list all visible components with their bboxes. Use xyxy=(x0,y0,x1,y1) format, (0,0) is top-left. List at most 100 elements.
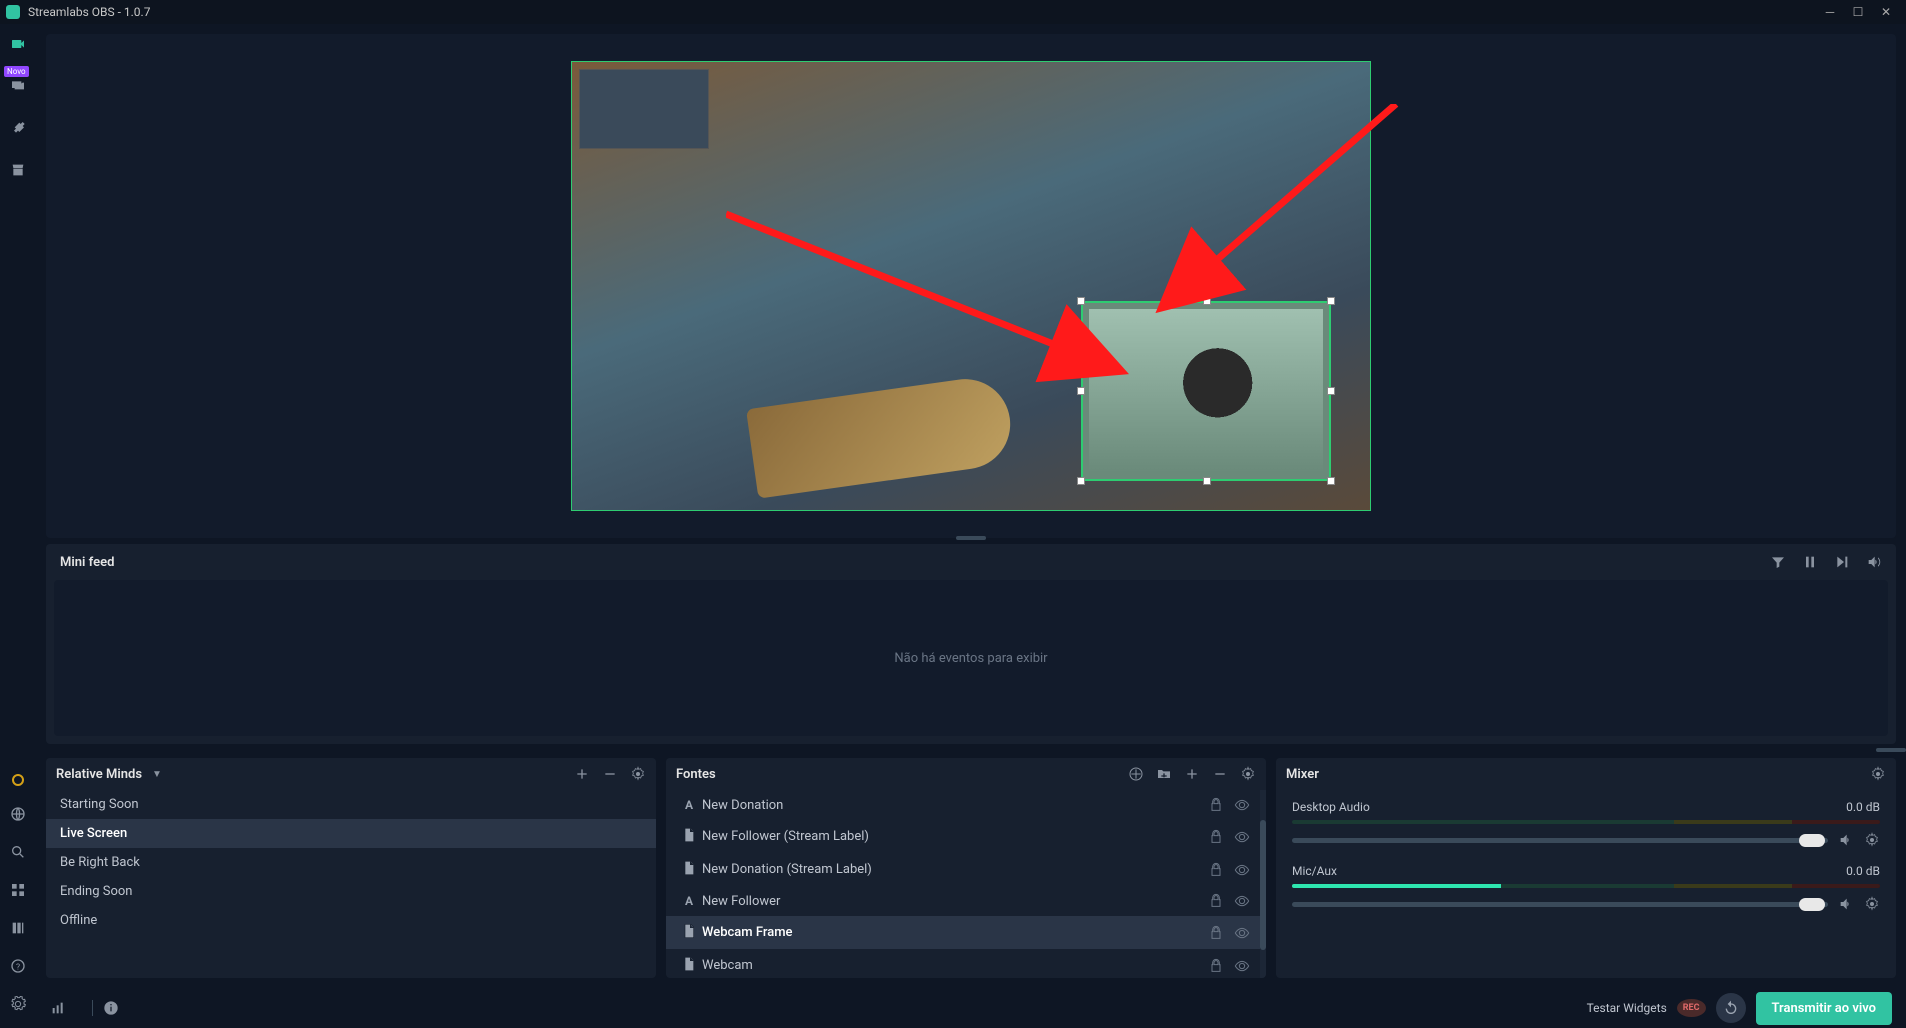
sources-panel: Fontes ANew Donation New Follower (Stream… xyxy=(666,758,1266,978)
resize-handle-icon[interactable] xyxy=(1327,387,1335,395)
source-row[interactable]: New Donation (Stream Label) xyxy=(666,853,1260,886)
preview-area[interactable] xyxy=(46,34,1896,538)
mixer-mute-icon[interactable] xyxy=(1838,832,1854,848)
scene-settings-icon[interactable] xyxy=(630,766,646,782)
mixer-channel: Desktop Audio0.0 dB xyxy=(1276,790,1896,854)
resize-handle-icon[interactable] xyxy=(1203,477,1211,485)
window-minimize-button[interactable]: ─ xyxy=(1816,5,1844,19)
sidebar-globe-icon[interactable] xyxy=(8,804,28,824)
stats-icon[interactable] xyxy=(50,1000,66,1016)
scene-label: Ending Soon xyxy=(60,884,133,899)
sidebar-store-icon[interactable] xyxy=(8,160,28,180)
scene-add-icon[interactable] xyxy=(574,766,590,782)
mixer-channel-settings-icon[interactable] xyxy=(1864,832,1880,848)
sidebar-grid-icon[interactable] xyxy=(8,880,28,900)
scene-row[interactable]: Starting Soon xyxy=(46,790,656,819)
go-live-button[interactable]: Transmitir ao vivo xyxy=(1756,992,1893,1025)
preview-canvas[interactable] xyxy=(571,61,1371,511)
sidebar-status-dot-icon[interactable] xyxy=(12,774,24,786)
resize-handle-icon[interactable] xyxy=(1327,477,1335,485)
source-label: Webcam xyxy=(702,958,753,973)
sidebar-help-icon[interactable]: ? xyxy=(8,956,28,976)
minifeed-skip-icon[interactable] xyxy=(1834,554,1850,570)
sources-title: Fontes xyxy=(676,767,716,782)
sidebar-search-icon[interactable] xyxy=(8,842,28,862)
source-lock-icon[interactable] xyxy=(1208,958,1224,974)
mixer-channel-name: Desktop Audio xyxy=(1292,800,1370,814)
mixer-level-meter xyxy=(1292,884,1880,888)
scene-row[interactable]: Offline xyxy=(46,906,656,935)
game-minimap xyxy=(579,69,709,149)
source-row[interactable]: Webcam xyxy=(666,949,1260,978)
source-remove-icon[interactable] xyxy=(1212,766,1228,782)
resize-handle-icon[interactable] xyxy=(1077,387,1085,395)
window-close-button[interactable]: ✕ xyxy=(1872,5,1900,19)
source-row[interactable]: ANew Follower xyxy=(666,886,1260,916)
mixer-channel-settings-icon[interactable] xyxy=(1864,896,1880,912)
minifeed-pause-icon[interactable] xyxy=(1802,554,1818,570)
panel-resize-handle[interactable] xyxy=(1876,748,1906,752)
scene-remove-icon[interactable] xyxy=(602,766,618,782)
test-widgets-button[interactable]: Testar Widgets xyxy=(1587,1001,1667,1015)
panel-resize-handle[interactable] xyxy=(956,536,986,540)
sources-list: ANew Donation New Follower (Stream Label)… xyxy=(666,790,1266,978)
source-row[interactable]: ANew Donation xyxy=(666,790,1260,820)
scenes-dropdown-icon[interactable]: ▼ xyxy=(152,769,162,780)
source-visibility-icon[interactable] xyxy=(1234,925,1250,941)
mixer-settings-icon[interactable] xyxy=(1870,766,1886,782)
scrollbar-thumb[interactable] xyxy=(1260,820,1266,950)
source-label: New Follower (Stream Label) xyxy=(702,829,869,844)
source-lock-icon[interactable] xyxy=(1208,797,1224,813)
resize-handle-icon[interactable] xyxy=(1327,297,1335,305)
new-badge: Novo xyxy=(4,66,29,77)
record-button[interactable]: REC xyxy=(1677,999,1706,1017)
source-lock-icon[interactable] xyxy=(1208,893,1224,909)
source-lock-icon[interactable] xyxy=(1208,862,1224,878)
sidebar-editor-icon[interactable] xyxy=(8,34,28,54)
source-visibility-icon[interactable] xyxy=(1234,958,1250,974)
scene-row[interactable]: Live Screen xyxy=(46,819,656,848)
resize-handle-icon[interactable] xyxy=(1077,477,1085,485)
sidebar-apps-icon[interactable] xyxy=(8,118,28,138)
sidebar-settings-icon[interactable] xyxy=(8,994,28,1014)
source-lock-icon[interactable] xyxy=(1208,829,1224,845)
sidebar-themes-icon[interactable]: Novo xyxy=(8,76,28,96)
resize-handle-icon[interactable] xyxy=(1077,297,1085,305)
scene-label: Live Screen xyxy=(60,826,127,841)
sidebar-layout-icon[interactable] xyxy=(8,918,28,938)
resize-handle-icon[interactable] xyxy=(1203,297,1211,305)
source-label: New Donation xyxy=(702,798,783,813)
mixer-volume-slider[interactable] xyxy=(1292,838,1828,843)
source-row[interactable]: Webcam Frame xyxy=(666,916,1260,949)
app-title: Streamlabs OBS - 1.0.7 xyxy=(28,5,150,19)
source-settings-icon[interactable] xyxy=(1240,766,1256,782)
minifeed-empty-text: Não há eventos para exibir xyxy=(894,651,1047,666)
source-visibility-icon[interactable] xyxy=(1234,862,1250,878)
game-weapon xyxy=(746,373,1016,498)
mixer-volume-slider[interactable] xyxy=(1292,902,1828,907)
scene-row[interactable]: Ending Soon xyxy=(46,877,656,906)
scene-label: Starting Soon xyxy=(60,797,139,812)
undo-button[interactable] xyxy=(1716,993,1746,1023)
source-row[interactable]: New Follower (Stream Label) xyxy=(666,820,1260,853)
source-visibility-icon[interactable] xyxy=(1234,893,1250,909)
minifeed-filter-icon[interactable] xyxy=(1770,554,1786,570)
file-source-icon xyxy=(676,860,702,879)
info-icon[interactable] xyxy=(103,1000,119,1016)
slider-thumb[interactable] xyxy=(1799,834,1825,847)
mixer-mute-icon[interactable] xyxy=(1838,896,1854,912)
mixer-channel-db: 0.0 dB xyxy=(1846,864,1880,878)
file-source-icon xyxy=(676,827,702,846)
source-add-icon[interactable] xyxy=(1184,766,1200,782)
webcam-overlay[interactable] xyxy=(1081,301,1331,481)
source-visibility-icon[interactable] xyxy=(1234,797,1250,813)
source-folder-icon[interactable] xyxy=(1156,766,1172,782)
source-visibility-icon[interactable] xyxy=(1234,829,1250,845)
minifeed-volume-icon[interactable] xyxy=(1866,554,1882,570)
source-label: New Follower xyxy=(702,894,780,909)
window-maximize-button[interactable]: ☐ xyxy=(1844,5,1872,19)
source-lock-icon[interactable] xyxy=(1208,925,1224,941)
source-widget-icon[interactable] xyxy=(1128,766,1144,782)
scene-row[interactable]: Be Right Back xyxy=(46,848,656,877)
slider-thumb[interactable] xyxy=(1799,898,1825,911)
